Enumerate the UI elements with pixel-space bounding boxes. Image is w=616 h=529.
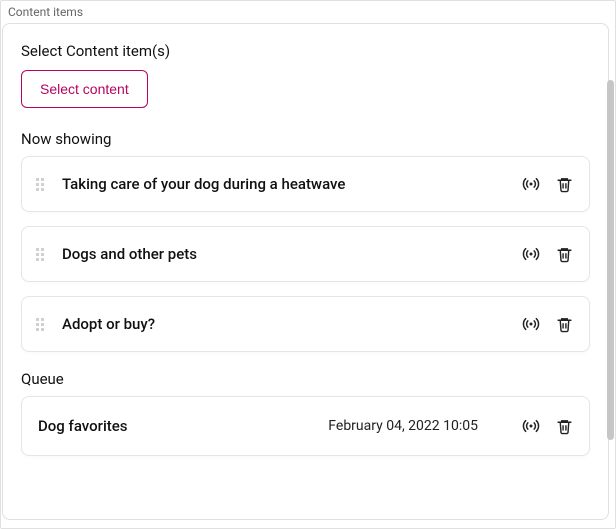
drag-handle-icon[interactable] [36,318,44,331]
content-item-card: Adopt or buy? [21,296,590,352]
content-item-title: Adopt or buy? [62,315,155,333]
content-item-card: Dogs and other pets [21,226,590,282]
broadcast-icon[interactable] [520,313,542,335]
delete-icon[interactable] [554,416,575,437]
now-showing-heading: Now showing [21,130,590,148]
delete-icon[interactable] [554,174,575,195]
content-item-title: Taking care of your dog during a heatwav… [62,175,345,193]
delete-icon[interactable] [554,244,575,265]
queue-item-date: February 04, 2022 10:05 [328,418,478,434]
scrollbar[interactable] [607,80,614,440]
panel-title: Content items [8,5,609,19]
drag-handle-icon[interactable] [36,178,44,191]
queue-item-card: Dog favorites February 04, 2022 10:05 [21,396,590,456]
queue-heading: Queue [21,370,590,388]
select-content-label: Select Content item(s) [21,42,590,60]
broadcast-icon[interactable] [520,173,542,195]
broadcast-icon[interactable] [520,415,542,437]
drag-handle-icon[interactable] [36,248,44,261]
select-content-button[interactable]: Select content [21,70,148,108]
queue-item-title: Dog favorites [38,417,128,435]
delete-icon[interactable] [554,314,575,335]
content-items-panel: Select Content item(s) Select content No… [2,23,609,520]
broadcast-icon[interactable] [520,243,542,265]
content-item-card: Taking care of your dog during a heatwav… [21,156,590,212]
content-item-title: Dogs and other pets [62,245,197,263]
